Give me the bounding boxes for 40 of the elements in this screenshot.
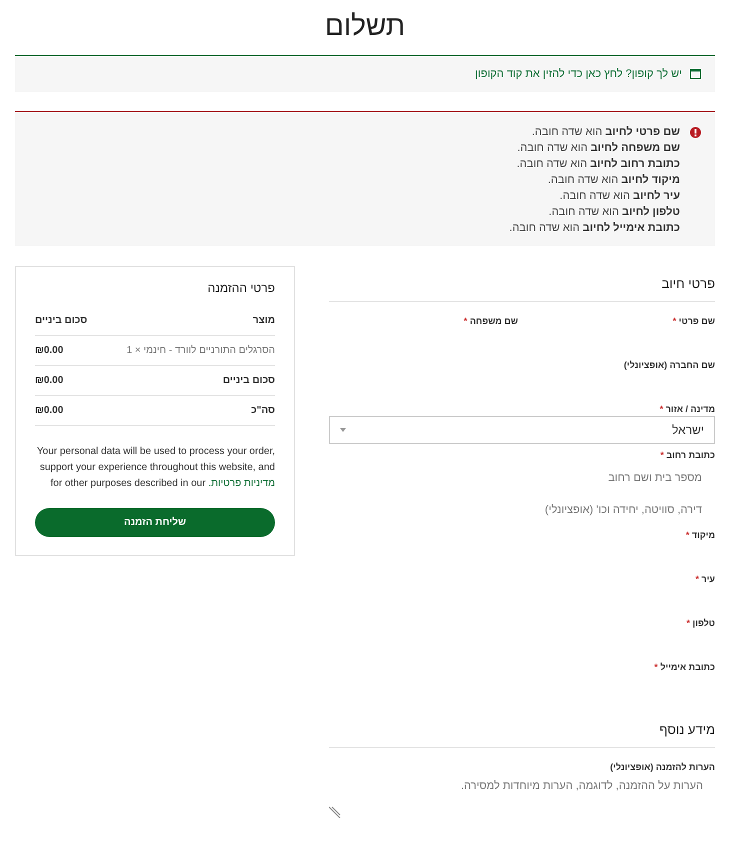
error-message: שם משפחה לחיוב הוא שדה חובה.: [516, 141, 680, 156]
field-label: עיר *: [694, 574, 715, 584]
window-icon: [690, 69, 701, 79]
row-amount: ₪0.00: [35, 345, 64, 356]
country-select[interactable]: ישראל: [329, 416, 715, 444]
notes-field[interactable]: הערות על ההזמנה, לדוגמה, הערות מיוחדות למסירה.: [329, 774, 715, 814]
error-message: כתובת אימייל לחיוב הוא שדה חובה.: [509, 221, 680, 236]
place-order-button[interactable]: שליחת הזמנה: [35, 508, 275, 537]
row-amount: ₪0.00: [35, 375, 64, 386]
error-message: כתובת רחוב לחיוב הוא שדה חובה.: [516, 157, 680, 172]
page-title: תשלום: [324, 10, 406, 42]
section-heading: פרטי חיוב: [660, 276, 715, 293]
field-label: שם החברה (אופציונלי): [622, 360, 715, 370]
field-label: כתובת אימייל *: [653, 662, 715, 672]
row-label: סכום ביניים: [222, 375, 275, 386]
error-message: טלפון לחיוב הוא שדה חובה.: [548, 205, 680, 220]
row-label: סה"כ: [251, 405, 275, 416]
row-label: הסרגלים התורניים לוורד - חינמי × 1: [126, 345, 275, 356]
field-label: מדינה / אזור *: [658, 404, 715, 414]
error-message: עיר לחיוב הוא שדה חובה.: [558, 189, 680, 204]
input-field[interactable]: דירה, סוויטה, יחידה וכו' (אופציונלי): [329, 494, 715, 526]
caret-icon: [340, 428, 346, 432]
field-label: טלפון *: [686, 618, 715, 628]
error-icon: [690, 127, 701, 138]
column-header: סכום ביניים: [35, 315, 88, 326]
column-header: מוצר: [252, 315, 275, 326]
field-label: הערות להזמנה (אופציונלי): [609, 762, 715, 772]
field-label: שם פרטי *: [672, 316, 715, 326]
section-heading: מידע נוסף: [658, 722, 715, 739]
resize-handle-icon[interactable]: [329, 806, 341, 818]
field-label: כתובת רחוב *: [659, 450, 715, 460]
field-label: שם משפחה *: [462, 316, 518, 326]
field-label: מיקוד *: [684, 530, 715, 540]
coupon-link[interactable]: יש לך קופון? לחץ כאן כדי להזין את קוד הקופון: [475, 68, 682, 80]
row-amount: ₪0.00: [35, 405, 64, 416]
error-message: שם פרטי לחיוב הוא שדה חובה.: [530, 125, 680, 140]
privacy-link[interactable]: מדיניות פרטיות.: [208, 478, 275, 489]
card-title: פרטי ההזמנה: [206, 281, 275, 295]
error-message: מיקוד לחיוב הוא שדה חובה.: [546, 173, 680, 188]
input-field[interactable]: מספר בית ושם רחוב: [329, 462, 715, 494]
